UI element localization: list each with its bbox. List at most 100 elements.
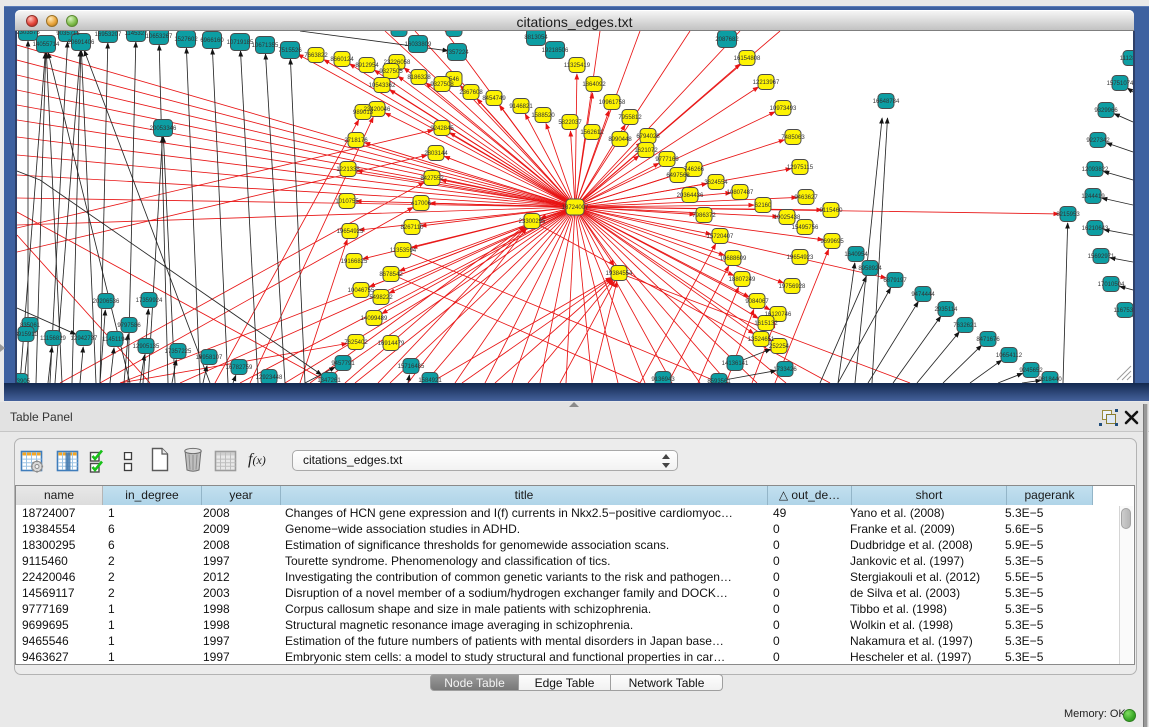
svg-text:12093822: 12093822 (1082, 167, 1109, 173)
svg-text:3624554: 3624554 (704, 180, 728, 186)
svg-text:1221338: 1221338 (336, 167, 360, 173)
svg-text:9329966: 9329966 (1094, 108, 1118, 114)
svg-text:8063809: 8063809 (387, 31, 411, 33)
svg-text:20053346: 20053346 (150, 126, 177, 132)
svg-text:9699695: 9699695 (820, 239, 844, 245)
svg-text:9327508: 9327508 (430, 82, 454, 88)
svg-text:18807249: 18807249 (729, 277, 756, 283)
svg-text:16120746: 16120746 (765, 312, 792, 318)
svg-text:9245652: 9245652 (1019, 368, 1043, 374)
svg-text:10654112: 10654112 (996, 353, 1023, 359)
svg-text:1640954: 1640954 (844, 252, 868, 258)
svg-text:16914479: 16914479 (378, 341, 405, 347)
svg-text:10961758: 10961758 (599, 100, 626, 106)
svg-text:11353594: 11353594 (390, 248, 417, 254)
svg-text:8427552: 8427552 (420, 176, 444, 182)
svg-text:9035712: 9035712 (56, 31, 80, 37)
svg-text:19756928: 19756928 (779, 284, 806, 290)
svg-text:20691406: 20691406 (68, 40, 95, 46)
svg-text:1562612: 1562612 (580, 130, 604, 136)
svg-text:19654923: 19654923 (787, 255, 814, 261)
svg-text:8660124: 8660124 (330, 57, 354, 63)
svg-text:7625402: 7625402 (344, 340, 368, 346)
svg-text:23300295: 23300295 (519, 219, 546, 225)
svg-text:19166825: 19166825 (341, 259, 368, 265)
svg-text:1167533: 1167533 (1114, 308, 1133, 314)
svg-text:1615132: 1615132 (754, 321, 778, 327)
svg-text:16782759: 16782759 (226, 365, 253, 371)
svg-text:9463627: 9463627 (794, 195, 818, 201)
svg-text:2803144: 2803144 (424, 151, 448, 157)
svg-text:252254: 252254 (769, 344, 790, 350)
svg-text:18724007: 18724007 (562, 205, 589, 211)
svg-text:6497568: 6497568 (666, 173, 690, 179)
svg-text:23226058: 23226058 (384, 60, 411, 66)
svg-text:16953207: 16953207 (95, 32, 122, 38)
svg-text:603905: 603905 (17, 379, 31, 383)
svg-text:19384554: 19384554 (606, 271, 633, 277)
svg-text:8215953: 8215953 (1056, 212, 1080, 218)
svg-text:10653267: 10653267 (146, 34, 173, 40)
svg-text:8990448: 8990448 (608, 137, 632, 143)
svg-text:1112854: 1112854 (1120, 56, 1133, 62)
svg-text:16210643: 16210643 (1082, 226, 1109, 232)
svg-text:989013: 989013 (353, 110, 374, 116)
svg-text:1733426: 1733426 (773, 367, 797, 373)
svg-text:1584921: 1584921 (418, 378, 442, 383)
svg-text:5822037: 5822037 (558, 120, 582, 126)
svg-text:1864092: 1864092 (582, 82, 606, 88)
svg-text:11325419: 11325419 (564, 63, 591, 69)
svg-text:1010755: 1010755 (335, 199, 359, 205)
svg-text:7632621: 7632621 (953, 323, 977, 329)
svg-text:13524651: 13524651 (748, 337, 775, 343)
svg-text:20206536: 20206536 (93, 299, 120, 305)
svg-text:12975115: 12975115 (787, 165, 814, 171)
svg-text:8267110: 8267110 (401, 225, 425, 231)
svg-text:9474444: 9474444 (911, 292, 935, 298)
svg-text:6794028: 6794028 (636, 134, 660, 140)
svg-text:2087682: 2087682 (715, 37, 739, 43)
svg-text:7485063: 7485063 (781, 135, 805, 141)
svg-text:9777169: 9777169 (655, 157, 679, 163)
svg-text:20364436: 20364436 (677, 193, 704, 199)
svg-text:12213967: 12213967 (753, 80, 780, 86)
svg-text:10543362: 10543362 (369, 83, 396, 89)
svg-text:8912954: 8912954 (355, 63, 379, 69)
svg-text:8678542: 8678542 (379, 272, 403, 278)
svg-text:10688609: 10688609 (720, 256, 747, 262)
svg-text:12942737: 12942737 (71, 336, 98, 342)
svg-text:1145327: 1145327 (125, 31, 149, 37)
svg-text:2718176: 2718176 (344, 138, 368, 144)
svg-text:835061: 835061 (20, 323, 41, 329)
svg-text:1588520: 1588520 (531, 113, 555, 119)
svg-text:62160: 62160 (755, 203, 772, 209)
svg-text:12905135: 12905135 (133, 344, 160, 350)
svg-text:19654925: 19654925 (337, 229, 364, 235)
svg-text:9242845: 9242845 (430, 126, 454, 132)
svg-text:9227342: 9227342 (1086, 138, 1110, 144)
svg-text:5498222: 5498222 (369, 295, 393, 301)
svg-text:7357209: 7357209 (442, 31, 466, 33)
svg-text:16154808: 16154808 (734, 56, 761, 62)
svg-text:10719185: 10719185 (227, 40, 254, 46)
svg-text:17359924: 17359924 (136, 298, 163, 304)
svg-text:417006: 417006 (411, 201, 432, 207)
svg-text:11156829: 11156829 (40, 336, 66, 342)
svg-text:1527602: 1527602 (174, 37, 198, 43)
svg-text:10025438: 10025438 (774, 215, 801, 221)
svg-text:15751074: 15751074 (1107, 81, 1133, 87)
svg-text:7663822: 7663822 (304, 53, 328, 59)
svg-text:10958107: 10958107 (196, 355, 223, 361)
svg-text:9818440: 9818440 (1038, 377, 1062, 383)
svg-text:10671355: 10671355 (252, 43, 279, 49)
svg-text:15495756: 15495756 (792, 225, 819, 231)
svg-text:14136141: 14136141 (722, 361, 749, 367)
svg-text:8471676: 8471676 (976, 337, 1000, 343)
svg-text:17357225: 17357225 (165, 349, 192, 355)
svg-text:12923448: 12923448 (256, 375, 283, 381)
svg-text:9797586: 9797586 (117, 323, 141, 329)
svg-text:10807487: 10807487 (727, 190, 754, 196)
svg-text:1244419: 1244419 (1081, 194, 1105, 200)
svg-text:7357224: 7357224 (445, 50, 469, 56)
svg-text:2303575: 2303575 (17, 31, 40, 36)
